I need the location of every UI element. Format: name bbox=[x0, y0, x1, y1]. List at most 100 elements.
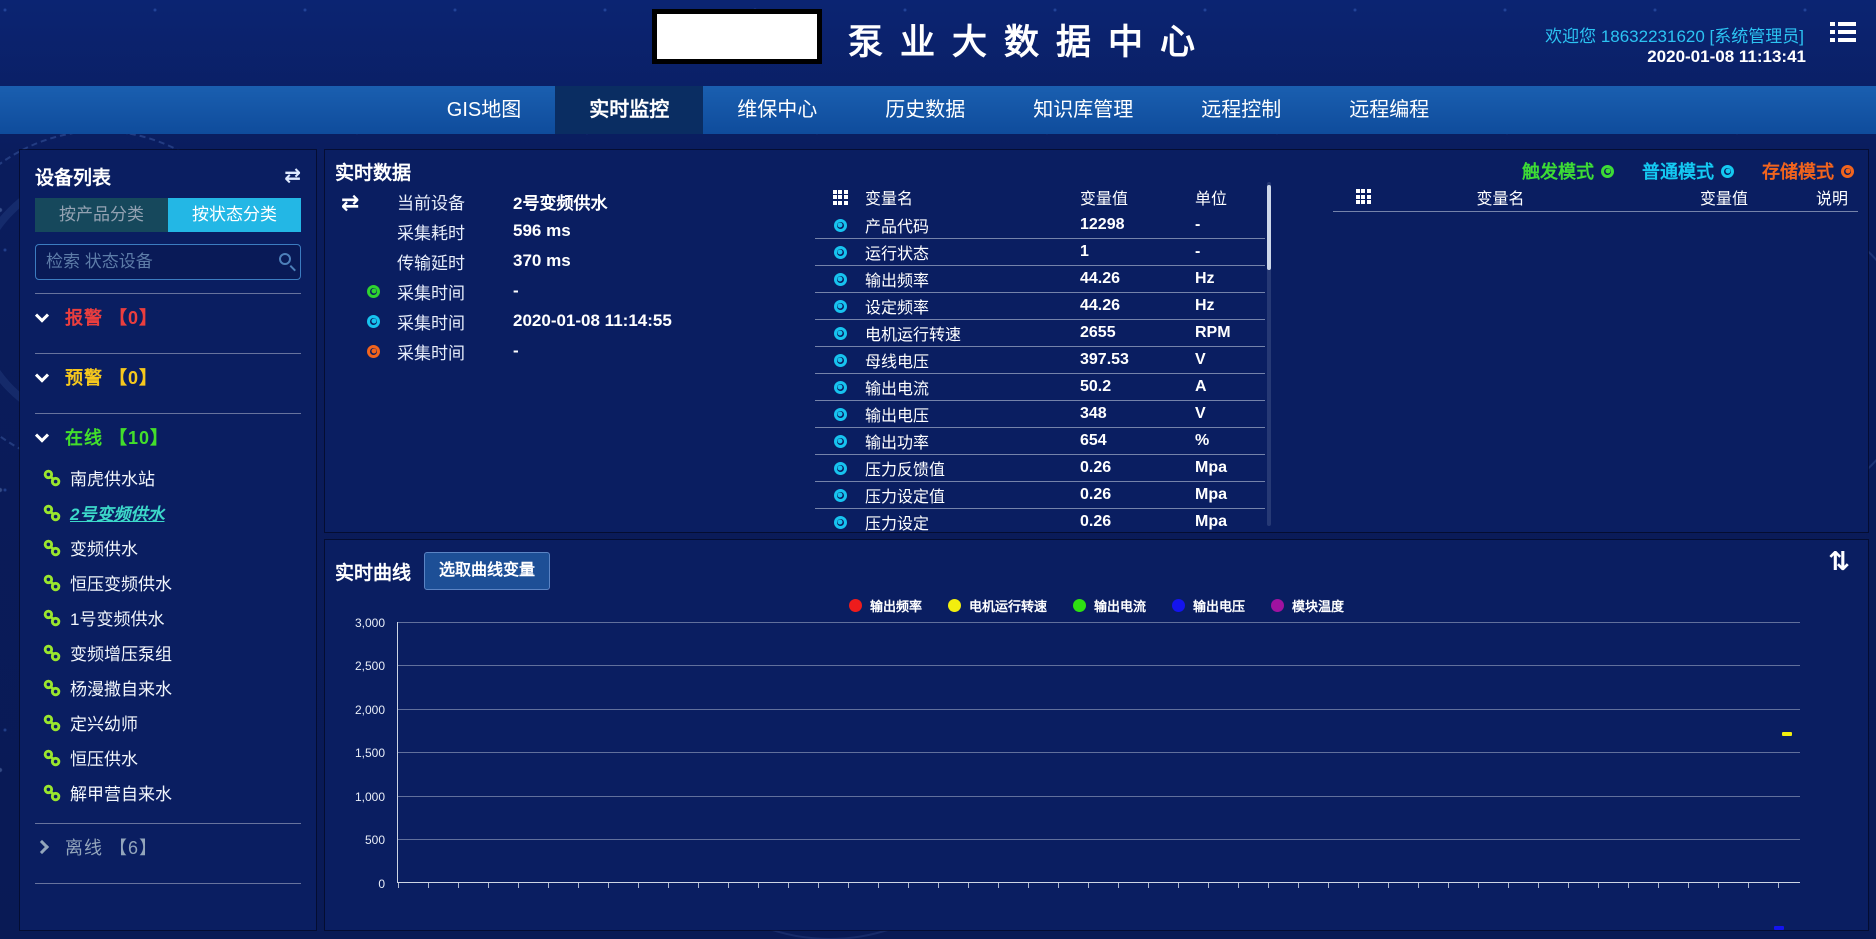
device-item[interactable]: 定兴幼师 bbox=[35, 705, 301, 740]
grid-icon[interactable] bbox=[1356, 189, 1371, 204]
sort-arrows-icon[interactable]: ⇅ bbox=[1828, 546, 1850, 577]
target-icon[interactable] bbox=[834, 354, 847, 367]
y-axis-labels: 3,000 2,500 2,000 1,500 1,000 500 0 bbox=[329, 622, 391, 883]
target-icon[interactable] bbox=[834, 462, 847, 475]
target-icon[interactable] bbox=[834, 408, 847, 421]
table-row[interactable]: 输出电压348V bbox=[815, 401, 1265, 428]
table-row[interactable]: 产品代码12298- bbox=[815, 212, 1265, 239]
sidebar-group-warning[interactable]: 预警【0】 bbox=[35, 354, 301, 400]
legend-label: 输出电流 bbox=[1094, 596, 1146, 615]
y-tick: 3,000 bbox=[355, 616, 385, 630]
device-item[interactable]: 恒压变频供水 bbox=[35, 565, 301, 600]
link-icon bbox=[43, 574, 61, 592]
table-row[interactable]: 输出功率654% bbox=[815, 428, 1265, 455]
table-row[interactable]: 压力反馈值0.26Mpa bbox=[815, 455, 1265, 482]
link-icon bbox=[43, 539, 61, 557]
device-item[interactable]: 杨漫撒自来水 bbox=[35, 670, 301, 705]
target-icon[interactable] bbox=[834, 219, 847, 232]
var-unit: V bbox=[1195, 405, 1265, 423]
info-label: 采集时间 bbox=[397, 339, 497, 364]
legend-dot-yellow bbox=[948, 599, 961, 612]
legend-label: 电机运行转速 bbox=[969, 596, 1047, 615]
legend-dot-blue bbox=[1172, 599, 1185, 612]
legend-item[interactable]: 输出频率 bbox=[849, 596, 922, 615]
grid-icon[interactable] bbox=[833, 190, 848, 205]
table-row[interactable]: 输出电流50.2A bbox=[815, 374, 1265, 401]
var-value: 0.26 bbox=[1080, 513, 1195, 531]
device-item[interactable]: 1号变频供水 bbox=[35, 600, 301, 635]
nav-tab-remote-programming[interactable]: 远程编程 bbox=[1315, 86, 1463, 134]
target-icon[interactable] bbox=[834, 489, 847, 502]
var-value: 0.26 bbox=[1080, 486, 1195, 504]
device-item[interactable]: 南虎供水站 bbox=[35, 460, 301, 495]
nav-tab-remote-control[interactable]: 远程控制 bbox=[1167, 86, 1315, 134]
table-row[interactable]: 电机运行转速2655RPM bbox=[815, 320, 1265, 347]
var-unit: V bbox=[1195, 351, 1265, 369]
device-item[interactable]: 变频供水 bbox=[35, 530, 301, 565]
legend-dot-green bbox=[1073, 599, 1086, 612]
var-value: 50.2 bbox=[1080, 378, 1195, 396]
var-unit: - bbox=[1195, 216, 1265, 234]
device-item[interactable]: 恒压供水 bbox=[35, 740, 301, 775]
info-value: 370 ms bbox=[513, 251, 571, 271]
device-label: 变频增压泵组 bbox=[70, 640, 172, 665]
table-row[interactable]: 母线电压397.53V bbox=[815, 347, 1265, 374]
tab-by-status[interactable]: 按状态分类 bbox=[168, 198, 301, 232]
device-item[interactable]: 变频增压泵组 bbox=[35, 635, 301, 670]
device-item[interactable]: 解甲营自来水 bbox=[35, 775, 301, 810]
storage-mode-button[interactable]: 存储模式 bbox=[1762, 158, 1854, 184]
swap-icon[interactable]: ⇄ bbox=[284, 166, 301, 186]
nav-tab-maintenance-center[interactable]: 维保中心 bbox=[703, 86, 851, 134]
table-row[interactable]: 压力设定值0.26Mpa bbox=[815, 482, 1265, 509]
search-input[interactable] bbox=[35, 244, 301, 280]
target-icon[interactable] bbox=[834, 435, 847, 448]
var-name: 运行状态 bbox=[865, 240, 1080, 264]
page-title: 泵业大数据中心 bbox=[848, 14, 1212, 65]
var-name: 输出频率 bbox=[865, 267, 1080, 291]
sidebar-group-offline[interactable]: 离线【6】 bbox=[35, 824, 301, 870]
select-curve-variables-button[interactable]: 选取曲线变量 bbox=[424, 552, 550, 590]
sidebar-group-alarm[interactable]: 报警【0】 bbox=[35, 294, 301, 340]
x-axis-ticks bbox=[398, 883, 1800, 888]
nav-tab-realtime-monitor[interactable]: 实时监控 bbox=[555, 86, 703, 134]
target-icon[interactable] bbox=[834, 381, 847, 394]
group-label: 在线 bbox=[65, 428, 103, 448]
y-tick: 0 bbox=[378, 877, 385, 891]
table-scrollbar[interactable] bbox=[1267, 182, 1271, 526]
target-icon[interactable] bbox=[834, 516, 847, 529]
device-item-selected[interactable]: 2号变频供水 bbox=[35, 495, 301, 530]
table-row[interactable]: 输出频率44.26Hz bbox=[815, 266, 1265, 293]
sidebar-group-online[interactable]: 在线【10】 bbox=[35, 414, 301, 460]
nav-tab-history-data[interactable]: 历史数据 bbox=[851, 86, 999, 134]
target-icon[interactable] bbox=[834, 273, 847, 286]
target-icon[interactable] bbox=[834, 327, 847, 340]
y-tick: 1,500 bbox=[355, 746, 385, 760]
group-count: 【0】 bbox=[109, 368, 158, 388]
group-count: 【6】 bbox=[109, 838, 158, 858]
legend-item[interactable]: 输出电流 bbox=[1073, 596, 1146, 615]
swap-icon[interactable]: ⇄ bbox=[341, 190, 359, 216]
header: 泵业大数据中心 欢迎您 18632231620 [系统管理员] 2020-01-… bbox=[0, 0, 1876, 86]
user-welcome[interactable]: 欢迎您 18632231620 [系统管理员] bbox=[1545, 22, 1804, 47]
nav-tab-gis-map[interactable]: GIS地图 bbox=[413, 86, 555, 134]
line-chart-plot-area[interactable] bbox=[397, 622, 1800, 883]
target-icon[interactable] bbox=[834, 246, 847, 259]
trigger-mode-button[interactable]: 触发模式 bbox=[1522, 158, 1614, 184]
legend-item[interactable]: 模块温度 bbox=[1271, 596, 1344, 615]
var-value: 44.26 bbox=[1080, 297, 1195, 315]
tab-by-product[interactable]: 按产品分类 bbox=[35, 198, 168, 232]
menu-list-icon[interactable] bbox=[1830, 22, 1856, 42]
variable-table: 变量名 变量值 单位 产品代码12298- 运行状态1- 输出频率44.26Hz… bbox=[815, 182, 1265, 532]
normal-mode-button[interactable]: 普通模式 bbox=[1642, 158, 1734, 184]
table-row[interactable]: 运行状态1- bbox=[815, 239, 1265, 266]
device-info: 当前设备2号变频供水 采集耗时596 ms 传输延时370 ms 采集时间- 采… bbox=[367, 186, 672, 366]
legend-item[interactable]: 电机运行转速 bbox=[948, 596, 1047, 615]
var-name: 压力反馈值 bbox=[865, 456, 1080, 480]
nav-tab-knowledge-base[interactable]: 知识库管理 bbox=[999, 86, 1167, 134]
info-value: 2号变频供水 bbox=[513, 189, 607, 214]
table-row[interactable]: 压力设定0.26Mpa bbox=[815, 509, 1265, 532]
legend-item[interactable]: 输出电压 bbox=[1172, 596, 1245, 615]
device-label: 杨漫撒自来水 bbox=[70, 675, 172, 700]
target-icon[interactable] bbox=[834, 300, 847, 313]
table-row[interactable]: 设定频率44.26Hz bbox=[815, 293, 1265, 320]
